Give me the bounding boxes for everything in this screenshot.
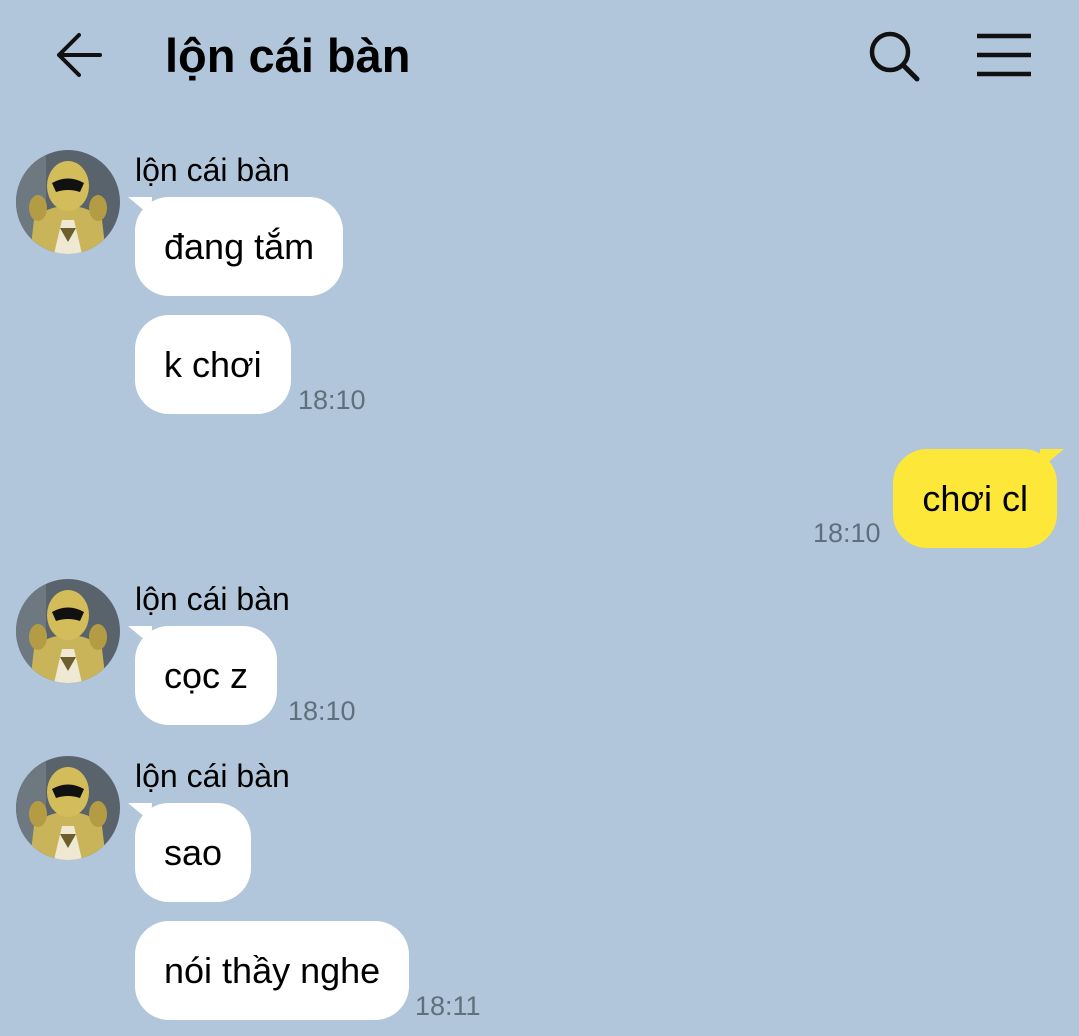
message-timestamp: 18:10: [288, 696, 356, 726]
message-bubble[interactable]: k chơi: [135, 315, 291, 414]
message-timestamp: 18:10: [813, 518, 881, 548]
yellow-ranger-avatar-icon: [16, 756, 120, 860]
chat-header: lộn cái bàn: [0, 0, 1079, 110]
message-bubble[interactable]: cọc z: [135, 626, 278, 725]
message-text: cọc z: [164, 655, 249, 696]
back-button[interactable]: [50, 26, 108, 84]
chat-title: lộn cái bàn: [165, 29, 411, 82]
avatar[interactable]: [16, 756, 120, 860]
message-bubble[interactable]: chơi cl: [893, 449, 1057, 548]
message-text: sao: [164, 832, 223, 873]
message-bubble[interactable]: nói thầy nghe: [135, 921, 410, 1020]
arrow-left-icon: [57, 33, 102, 77]
yellow-ranger-avatar-icon: [16, 150, 120, 254]
avatar[interactable]: [16, 150, 120, 254]
menu-button[interactable]: [972, 28, 1036, 84]
message-timestamp: 18:11: [415, 991, 481, 1021]
avatar[interactable]: [16, 579, 120, 683]
message-timestamp: 18:10: [298, 385, 366, 415]
message-bubble[interactable]: đang tắm: [135, 197, 344, 296]
hamburger-menu-icon: [977, 33, 1031, 77]
sender-name: lộn cái bàn: [135, 758, 290, 794]
sender-name: lộn cái bàn: [135, 152, 290, 188]
sender-name: lộn cái bàn: [135, 581, 290, 617]
search-icon: [869, 31, 920, 82]
message-bubble[interactable]: sao: [135, 803, 252, 902]
message-text: chơi cl: [922, 478, 1028, 519]
message-text: k chơi: [164, 344, 262, 385]
yellow-ranger-avatar-icon: [16, 579, 120, 683]
search-button[interactable]: [866, 28, 922, 84]
message-text: đang tắm: [164, 226, 315, 267]
message-text: nói thầy nghe: [164, 950, 381, 991]
